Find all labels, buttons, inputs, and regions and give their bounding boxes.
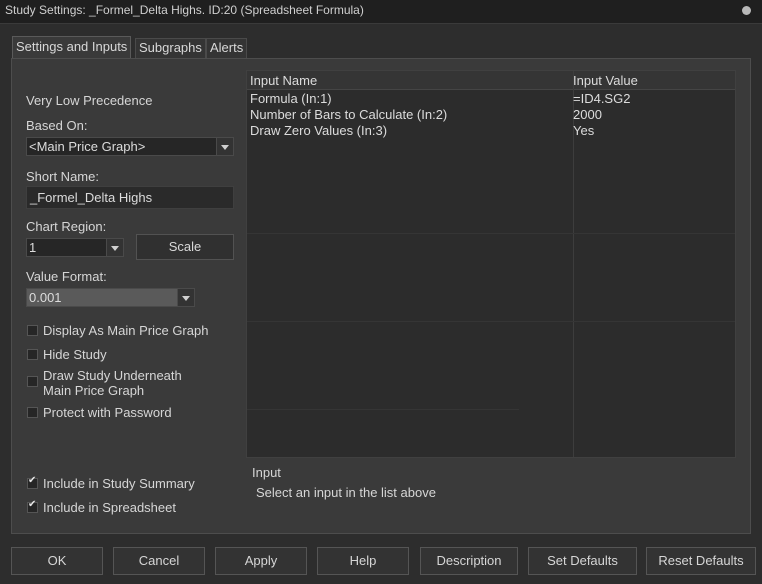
close-icon[interactable] (742, 6, 751, 15)
input-value-cell[interactable]: 2000 (573, 107, 602, 122)
value-format-select[interactable]: 0.001 (26, 288, 195, 307)
short-name-label: Short Name: (26, 169, 99, 184)
reset-defaults-button[interactable]: Reset Defaults (646, 547, 756, 575)
input-value-cell[interactable]: Yes (573, 123, 594, 138)
input-name-cell[interactable]: Formula (In:1) (250, 91, 332, 106)
short-name-input[interactable]: _Formel_Delta Highs (26, 186, 234, 209)
grid-line (247, 321, 735, 322)
checkbox-box[interactable] (27, 376, 38, 387)
chevron-down-icon[interactable] (177, 289, 194, 306)
apply-button[interactable]: Apply (215, 547, 307, 575)
checkbox-label-line2: Main Price Graph (43, 383, 145, 398)
checkbox-label: Include in Spreadsheet (43, 500, 176, 515)
ok-button[interactable]: OK (11, 547, 103, 575)
description-button[interactable]: Description (420, 547, 518, 575)
value-format-value: 0.001 (29, 290, 62, 305)
based-on-select[interactable]: <Main Price Graph> (26, 137, 234, 156)
tab-settings-and-inputs[interactable]: Settings and Inputs (12, 36, 132, 59)
checkbox-box[interactable] (27, 325, 38, 336)
checkbox-label: Protect with Password (43, 405, 172, 420)
cancel-button[interactable]: Cancel (113, 547, 205, 575)
checkbox-label: Hide Study (43, 347, 107, 362)
scale-button[interactable]: Scale (136, 234, 234, 260)
chevron-down-icon[interactable] (106, 239, 123, 256)
inputs-table: Input Name Input Value Formula (In:1) =I… (246, 70, 736, 458)
checkbox-box[interactable] (27, 407, 38, 418)
precedence-label: Very Low Precedence (26, 93, 153, 108)
help-button[interactable]: Help (317, 547, 409, 575)
column-header-input-value[interactable]: Input Value (573, 73, 638, 88)
title-bar: Study Settings: _Formel_Delta Highs. ID:… (0, 0, 762, 24)
grid-line (247, 233, 735, 234)
chart-region-label: Chart Region: (26, 219, 107, 234)
column-header-input-name[interactable]: Input Name (250, 73, 317, 88)
based-on-value: <Main Price Graph> (29, 139, 146, 154)
input-info-description: Select an input in the list above (256, 485, 436, 500)
input-value-cell[interactable]: =ID4.SG2 (573, 91, 630, 106)
chart-region-select[interactable]: 1 (26, 238, 124, 257)
checkbox-box[interactable] (27, 349, 38, 360)
input-name-cell[interactable]: Number of Bars to Calculate (In:2) (250, 107, 447, 122)
checkbox-box[interactable] (27, 475, 38, 489)
checkbox-label: Include in Study Summary (43, 476, 195, 491)
grid-line (247, 409, 519, 410)
chevron-down-icon[interactable] (216, 138, 233, 155)
checkbox-box[interactable] (27, 499, 38, 513)
set-defaults-button[interactable]: Set Defaults (528, 547, 637, 575)
input-info-heading: Input (252, 465, 281, 480)
table-header: Input Name Input Value (247, 71, 735, 90)
tab-subgraphs[interactable]: Subgraphs (135, 38, 206, 58)
checkbox-label: Display As Main Price Graph (43, 323, 209, 338)
chart-region-value: 1 (29, 240, 37, 255)
checkbox-label-line1: Draw Study Underneath (43, 368, 182, 383)
value-format-label: Value Format: (26, 269, 107, 284)
input-name-cell[interactable]: Draw Zero Values (In:3) (250, 123, 387, 138)
tab-alerts[interactable]: Alerts (206, 38, 248, 58)
window-title: Study Settings: _Formel_Delta Highs. ID:… (5, 3, 364, 17)
based-on-label: Based On: (26, 118, 88, 133)
